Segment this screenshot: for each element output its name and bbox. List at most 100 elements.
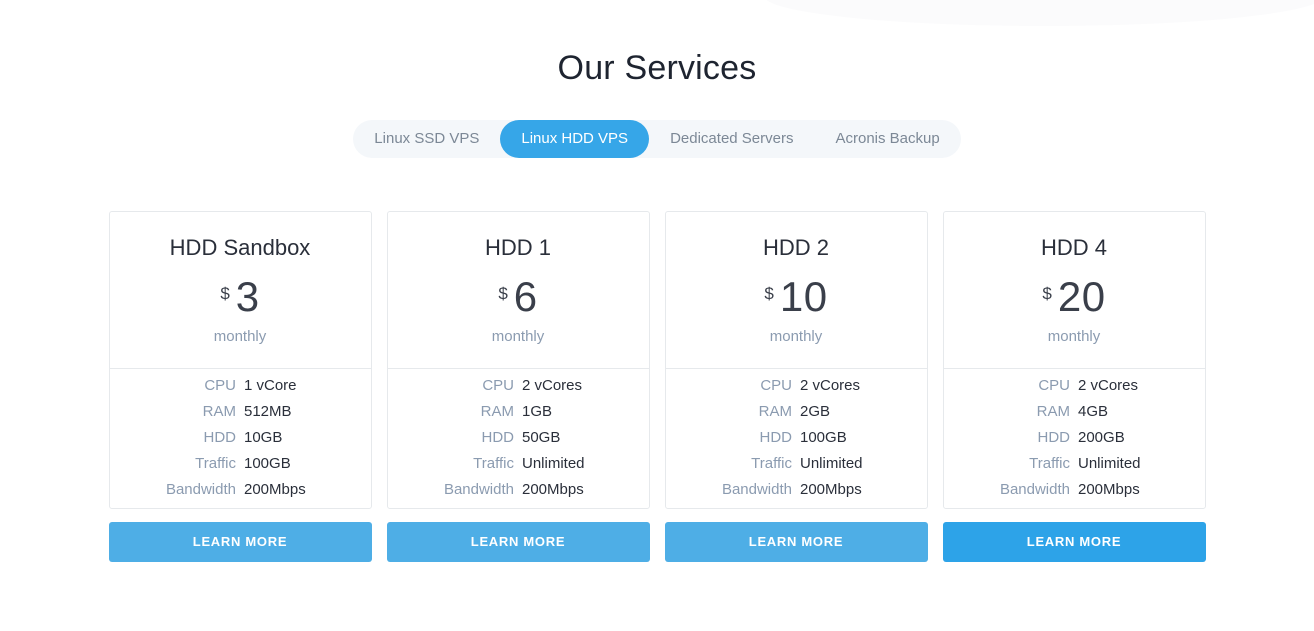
plan-name: HDD Sandbox	[169, 234, 311, 260]
tab-dedicated-servers[interactable]: Dedicated Servers	[649, 120, 814, 158]
plan-header: HDD Sandbox $3 monthly	[109, 212, 371, 369]
price-amount: 20	[1057, 272, 1106, 320]
spec-row: HDD 200GB	[968, 425, 1181, 451]
currency-symbol: $	[764, 283, 774, 303]
plan-price: $20	[1042, 272, 1106, 320]
spec-row: CPU 2 vCores	[968, 373, 1181, 399]
plan-name: HDD 1	[484, 234, 551, 260]
spec-value: 200GB	[1078, 429, 1125, 447]
plan-header: HDD 2 $10 monthly	[665, 212, 927, 369]
spec-label: Bandwidth	[999, 481, 1070, 499]
plan-specs: CPU 1 vCore RAM 512MB HDD 10GB Traffic 100GB Ban…	[110, 369, 371, 508]
spec-row: Traffic Unlimited	[968, 451, 1181, 477]
spec-label: CPU	[760, 377, 792, 395]
spec-value: Unlimited	[800, 455, 863, 473]
services-section: Our Services Linux SSD VPS Linux HDD VPS D…	[0, 0, 1314, 562]
spec-value: 1GB	[522, 403, 553, 421]
spec-row: CPU 2 vCores	[690, 373, 903, 399]
spec-label: CPU	[482, 377, 514, 395]
currency-symbol: $	[498, 283, 508, 303]
spec-label: Bandwidth	[165, 481, 236, 499]
spec-value: 100GB	[800, 429, 847, 447]
pricing-card: HDD 4 $20 monthly CPU 2 vCores RAM 4GB HDD 200GB…	[942, 210, 1206, 562]
plan-name: HDD 2	[762, 234, 829, 260]
pricing-cards: HDD Sandbox $3 monthly CPU 1 vCore RAM 512MB HD…	[0, 210, 1314, 562]
price-amount: 6	[513, 272, 538, 320]
spec-label: Traffic	[1029, 455, 1070, 473]
spec-value: 2 vCores	[800, 377, 861, 395]
spec-value: Unlimited	[1078, 455, 1141, 473]
spec-row: RAM 1GB	[412, 399, 625, 425]
currency-symbol: $	[1042, 283, 1052, 303]
spec-row: CPU 1 vCore	[134, 373, 347, 399]
page-title: Our Services	[557, 49, 757, 87]
spec-value: 10GB	[244, 429, 283, 447]
spec-row: Traffic Unlimited	[690, 451, 903, 477]
spec-label: CPU	[1038, 377, 1070, 395]
spec-label: HDD	[1037, 429, 1071, 447]
spec-row: Traffic Unlimited	[412, 451, 625, 477]
spec-value: 100GB	[244, 455, 291, 473]
spec-label: Bandwidth	[443, 481, 514, 499]
spec-label: HDD	[203, 429, 237, 447]
spec-value: 4GB	[1078, 403, 1109, 421]
plan-specs: CPU 2 vCores RAM 2GB HDD 100GB Traffic Unlimite…	[666, 369, 927, 508]
tab-acronis-backup[interactable]: Acronis Backup	[814, 120, 960, 158]
plan-price: $6	[498, 272, 538, 320]
tabs-container: Linux SSD VPS Linux HDD VPS Dedicated Serv…	[0, 119, 1314, 158]
learn-more-button[interactable]: LEARN MORE	[942, 521, 1206, 562]
spec-label: Traffic	[751, 455, 792, 473]
plan-card-body: HDD 4 $20 monthly CPU 2 vCores RAM 4GB HDD 200GB…	[942, 210, 1206, 509]
plan-name: HDD 4	[1040, 234, 1107, 260]
plan-card-body: HDD 1 $6 monthly CPU 2 vCores RAM 1GB HDD 50GB Tr…	[386, 210, 650, 509]
spec-row: RAM 2GB	[690, 399, 903, 425]
currency-symbol: $	[220, 283, 230, 303]
spec-label: HDD	[481, 429, 515, 447]
spec-label: Bandwidth	[721, 481, 792, 499]
pricing-card: HDD 1 $6 monthly CPU 2 vCores RAM 1GB HDD 50GB Tr…	[386, 210, 650, 562]
spec-row: Bandwidth 200Mbps	[968, 477, 1181, 503]
plan-card-body: HDD 2 $10 monthly CPU 2 vCores RAM 2GB HDD 100GB…	[664, 210, 928, 509]
spec-value: Unlimited	[522, 455, 585, 473]
spec-row: RAM 4GB	[968, 399, 1181, 425]
spec-label: CPU	[204, 377, 236, 395]
spec-value: 200Mbps	[1078, 481, 1140, 499]
spec-label: Traffic	[195, 455, 236, 473]
spec-value: 200Mbps	[522, 481, 584, 499]
spec-label: Traffic	[473, 455, 514, 473]
spec-row: HDD 10GB	[134, 425, 347, 451]
plan-price: $10	[764, 272, 828, 320]
billing-period: monthly	[213, 328, 267, 346]
spec-value: 200Mbps	[244, 481, 306, 499]
tab-linux-hdd-vps[interactable]: Linux HDD VPS	[500, 119, 650, 158]
plan-specs: CPU 2 vCores RAM 1GB HDD 50GB Traffic Unlimited…	[388, 369, 649, 508]
spec-row: RAM 512MB	[134, 399, 347, 425]
tab-linux-ssd-vps[interactable]: Linux SSD VPS	[353, 120, 500, 158]
price-amount: 3	[235, 272, 260, 320]
spec-label: HDD	[759, 429, 793, 447]
learn-more-button[interactable]: LEARN MORE	[108, 521, 372, 562]
spec-row: CPU 2 vCores	[412, 373, 625, 399]
learn-more-button[interactable]: LEARN MORE	[664, 521, 928, 562]
spec-row: Bandwidth 200Mbps	[412, 477, 625, 503]
price-amount: 10	[779, 272, 828, 320]
spec-value: 1 vCore	[244, 377, 297, 395]
spec-row: Bandwidth 200Mbps	[134, 477, 347, 503]
spec-label: RAM	[202, 403, 236, 421]
spec-row: HDD 50GB	[412, 425, 625, 451]
pricing-card: HDD 2 $10 monthly CPU 2 vCores RAM 2GB HDD 100GB…	[664, 210, 928, 562]
billing-period: monthly	[769, 328, 823, 346]
spec-value: 200Mbps	[800, 481, 862, 499]
billing-period: monthly	[491, 328, 545, 346]
learn-more-button[interactable]: LEARN MORE	[386, 521, 650, 562]
spec-label: RAM	[758, 403, 792, 421]
plan-price: $3	[220, 272, 260, 320]
spec-value: 2GB	[800, 403, 831, 421]
spec-label: RAM	[1036, 403, 1070, 421]
billing-period: monthly	[1047, 328, 1101, 346]
pricing-card: HDD Sandbox $3 monthly CPU 1 vCore RAM 512MB HD…	[108, 210, 372, 562]
spec-value: 2 vCores	[522, 377, 583, 395]
plan-specs: CPU 2 vCores RAM 4GB HDD 200GB Traffic Unlimite…	[944, 369, 1205, 508]
spec-row: Bandwidth 200Mbps	[690, 477, 903, 503]
plan-header: HDD 1 $6 monthly	[387, 212, 649, 369]
